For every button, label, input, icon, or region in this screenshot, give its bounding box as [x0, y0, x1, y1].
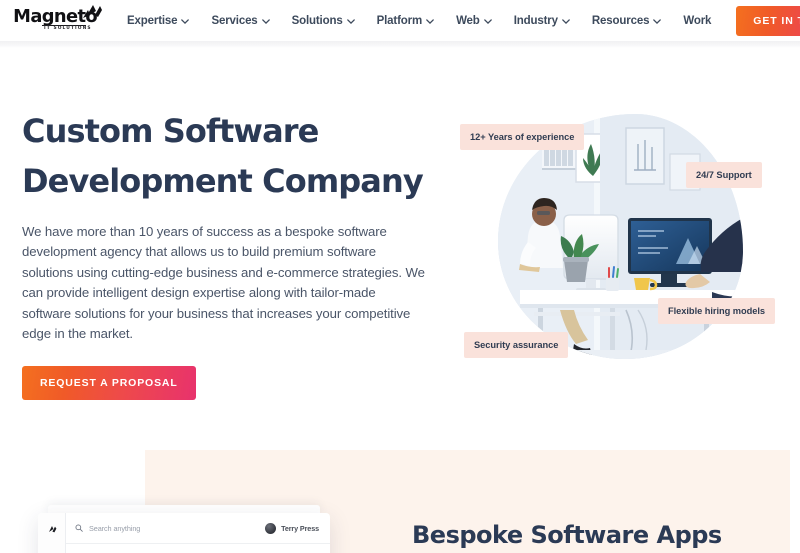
get-in-touch-button[interactable]: GET IN TOUCH [736, 5, 800, 36]
mockup-sidebar [38, 513, 66, 553]
search-input[interactable]: Search anything [89, 524, 140, 533]
nav-label: Solutions [291, 14, 343, 27]
logo-subtext: IT SOLUTIONS [44, 25, 92, 31]
mockup-logo-icon [49, 526, 57, 533]
badge-security-assurance: Security assurance [464, 332, 569, 358]
badge-years-of-experience: 12+ Years of experience [460, 124, 585, 150]
hero-title-line-2: Development Company [22, 162, 424, 200]
nav-item-services[interactable]: Services [200, 9, 280, 33]
hero-paragraph: We have more than 10 years of success as… [22, 224, 425, 342]
nav-label: Expertise [127, 14, 178, 27]
chevron-down-icon [483, 18, 492, 24]
hero-visual: 12+ Years of experience 24/7 Support Fle… [458, 110, 788, 370]
nav-item-platform[interactable]: Platform [366, 9, 445, 33]
chevron-down-icon [653, 18, 662, 24]
avatar [265, 523, 277, 534]
search-icon [75, 524, 83, 532]
nav-item-expertise[interactable]: Expertise [116, 9, 200, 33]
badge-flexible-hiring: Flexible hiring models [658, 298, 776, 324]
hero-title-line-1: Custom Software [22, 112, 319, 150]
nav-label: Work [683, 14, 712, 27]
chevron-down-icon [562, 18, 570, 24]
section-title-bespoke-apps: Bespoke Software Apps [412, 521, 722, 549]
chevron-down-icon [261, 18, 270, 24]
chevron-down-icon [426, 18, 434, 24]
nav-item-industry[interactable]: Industry [503, 9, 581, 33]
chevron-down-icon [181, 18, 190, 24]
nav-item-resources[interactable]: Resources [581, 9, 672, 33]
header-divider [0, 41, 800, 48]
nav-item-web[interactable]: Web [445, 9, 503, 33]
site-logo[interactable]: Magneto IT SOLUTIONS [13, 4, 102, 36]
nav-label: Resources [591, 14, 650, 27]
main-navigation: Expertise Services Solutions Platform We… [116, 9, 722, 33]
chevron-down-icon [346, 18, 355, 24]
landing-page: Magneto IT SOLUTIONS Expertise Services … [0, 0, 800, 553]
nav-label: Industry [513, 14, 558, 27]
nav-item-solutions[interactable]: Solutions [281, 9, 366, 33]
site-header: Magneto IT SOLUTIONS Expertise Services … [0, 0, 800, 41]
hero-section: Custom Software Development Company We h… [0, 48, 800, 408]
mockup-user-chip[interactable]: Terry Press [265, 523, 319, 534]
nav-label: Platform [376, 14, 423, 27]
logo-swoosh-icon [83, 4, 102, 18]
badge-support: 24/7 Support [686, 162, 762, 188]
nav-label: Services [211, 14, 258, 27]
request-a-proposal-button[interactable]: REQUEST A PROPOSAL [22, 366, 196, 401]
nav-item-work[interactable]: Work [672, 9, 722, 33]
dashboard-mockup: Search anything Terry Press [38, 513, 330, 553]
user-name-label: Terry Press [281, 524, 319, 533]
page-title: Custom Software Development Company [22, 106, 442, 206]
nav-label: Web [456, 14, 480, 27]
hero-copy: Custom Software Development Company We h… [22, 106, 442, 401]
